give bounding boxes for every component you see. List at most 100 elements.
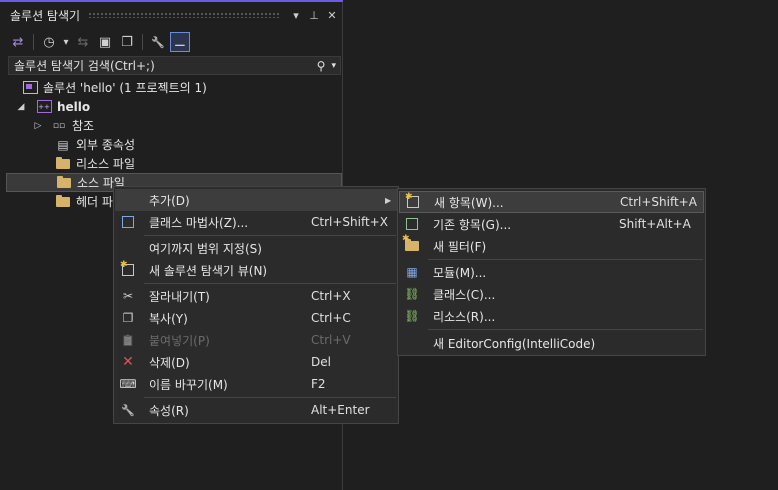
menu-item-shortcut: Shift+Alt+A bbox=[619, 217, 691, 231]
tree-item-external-deps[interactable]: ▤ 외부 종속성 bbox=[0, 135, 398, 154]
switch-views-icon[interactable]: ⇄ bbox=[8, 32, 28, 52]
search-icon[interactable]: ⚲ bbox=[317, 59, 326, 73]
menu-item-label: 속성(R) bbox=[149, 403, 189, 418]
submenu-arrow-icon: ▶ bbox=[385, 195, 392, 205]
menu-item-label: 추가(D) bbox=[149, 193, 190, 208]
menu-item-rename[interactable]: ⌨ 이름 바꾸기(M) F2 bbox=[115, 373, 397, 395]
external-dependencies-icon: ▤ bbox=[57, 137, 69, 152]
menu-item-class[interactable]: ⛓ 클래스(C)... bbox=[399, 283, 704, 305]
tree-item-resource-files[interactable]: 리소스 파일 bbox=[0, 154, 398, 173]
menu-item-label: 모듈(M)... bbox=[433, 265, 487, 280]
menu-item-shortcut: Alt+Enter bbox=[311, 403, 370, 417]
menu-item-delete[interactable]: ✕ 삭제(D) Del bbox=[115, 351, 397, 373]
menu-separator bbox=[144, 283, 396, 284]
menu-item-label: 리소스(R)... bbox=[433, 309, 496, 324]
menu-item-add[interactable]: 추가(D) ▶ bbox=[115, 189, 397, 211]
menu-item-resource[interactable]: ⛓ 리소스(R)... bbox=[399, 305, 704, 327]
menu-item-label: 새 솔루션 탐색기 뷰(N) bbox=[149, 263, 268, 278]
menu-item-label: 클래스 마법사(Z)... bbox=[149, 215, 249, 230]
menu-item-properties[interactable]: 🔧 속성(R) Alt+Enter bbox=[115, 399, 397, 421]
menu-item-editorconfig[interactable]: 새 EditorConfig(IntelliCode) bbox=[399, 332, 704, 354]
new-item-icon: ✱ bbox=[400, 192, 426, 208]
menu-separator bbox=[144, 397, 396, 398]
explorer-toolbar: ⇄ ◷ ▾ ⇆ ▣ ❐ 🔧 ⚊ bbox=[8, 30, 190, 54]
menu-item-class-wizard[interactable]: 클래스 마법사(Z)... Ctrl+Shift+X bbox=[115, 211, 397, 233]
wrench-icon: 🔧 bbox=[121, 403, 135, 417]
menu-item-label: 여기까지 범위 지정(S) bbox=[149, 241, 262, 256]
menu-item-label: 기존 항목(G)... bbox=[433, 217, 512, 232]
add-submenu: ✱ 새 항목(W)... Ctrl+Shift+A 기존 항목(G)... Sh… bbox=[397, 188, 706, 356]
delete-icon: ✕ bbox=[122, 354, 134, 370]
folder-icon bbox=[55, 194, 71, 209]
menu-separator bbox=[428, 329, 703, 330]
new-view-icon: ✱ bbox=[115, 260, 141, 276]
menu-item-shortcut: Ctrl+Shift+A bbox=[620, 195, 697, 209]
class-icon: ⛓ bbox=[404, 287, 420, 301]
copy-icon: ❐ bbox=[122, 311, 134, 325]
solution-icon bbox=[22, 81, 38, 95]
paste-icon: 📋 bbox=[121, 333, 135, 347]
expanded-arrow-icon[interactable]: ◢ bbox=[16, 102, 26, 112]
menu-item-label: 잘라내기(T) bbox=[149, 289, 210, 304]
collapse-all-icon[interactable]: ▣ bbox=[95, 32, 115, 52]
menu-item-label: 이름 바꾸기(M) bbox=[149, 377, 228, 392]
pushpin-icon[interactable]: ⊥ bbox=[307, 8, 321, 22]
menu-item-new-item[interactable]: ✱ 새 항목(W)... Ctrl+Shift+A bbox=[399, 191, 704, 213]
tree-item-solution[interactable]: 솔루션 'hello' (1 프로젝트의 1) bbox=[0, 78, 365, 97]
module-icon: ▦ bbox=[406, 265, 418, 279]
menu-item-paste[interactable]: 📋 붙여넣기(P) Ctrl+V bbox=[115, 329, 397, 351]
menu-separator bbox=[144, 235, 396, 236]
cut-icon: ✂ bbox=[122, 289, 134, 303]
menu-item-shortcut: F2 bbox=[311, 377, 326, 391]
menu-item-label: 삭제(D) bbox=[149, 355, 190, 370]
close-icon[interactable]: ✕ bbox=[325, 8, 339, 22]
history-icon[interactable]: ◷ bbox=[39, 32, 59, 52]
toolbar-separator bbox=[33, 34, 34, 50]
menu-item-label: 붙여넣기(P) bbox=[149, 333, 210, 348]
folder-icon bbox=[55, 156, 71, 171]
menu-item-shortcut: Del bbox=[311, 355, 331, 369]
context-menu: 추가(D) ▶ 클래스 마법사(Z)... Ctrl+Shift+X 여기까지 … bbox=[113, 186, 399, 424]
menu-item-new-explorer-view[interactable]: ✱ 새 솔루션 탐색기 뷰(N) bbox=[115, 259, 397, 281]
references-icon: ▫▫ bbox=[52, 120, 66, 131]
class-wizard-icon bbox=[115, 216, 141, 228]
search-box[interactable]: 솔루션 탐색기 검색(Ctrl+;) ⚲ ▾ bbox=[8, 56, 341, 75]
menu-item-module[interactable]: ▦ 모듈(M)... bbox=[399, 261, 704, 283]
existing-item-icon bbox=[399, 218, 425, 230]
chevron-down-icon[interactable]: ▾ bbox=[331, 61, 336, 71]
drag-grip[interactable] bbox=[88, 12, 281, 18]
menu-item-copy[interactable]: ❐ 복사(Y) Ctrl+C bbox=[115, 307, 397, 329]
sync-icon[interactable]: ⇆ bbox=[73, 32, 93, 52]
toolbar-separator bbox=[142, 34, 143, 50]
resource-icon: ⛓ bbox=[404, 309, 420, 323]
tree-item-references[interactable]: ▷ ▫▫ 참조 bbox=[0, 116, 376, 135]
window-position-icon[interactable]: ▾ bbox=[289, 8, 303, 22]
rename-icon: ⌨ bbox=[119, 377, 137, 391]
menu-item-scope-to-this[interactable]: 여기까지 범위 지정(S) bbox=[115, 237, 397, 259]
panel-title: 솔루션 탐색기 bbox=[10, 8, 81, 23]
menu-item-label: 복사(Y) bbox=[149, 311, 188, 326]
preview-selected-icon[interactable]: ⚊ bbox=[170, 32, 190, 52]
menu-item-shortcut: Ctrl+Shift+X bbox=[311, 215, 388, 229]
menu-item-label: 새 필터(F) bbox=[433, 239, 487, 254]
menu-separator bbox=[428, 259, 703, 260]
menu-item-label: 클래스(C)... bbox=[433, 287, 496, 302]
tree-item-project[interactable]: ◢ ++ hello bbox=[0, 97, 359, 116]
menu-item-shortcut: Ctrl+C bbox=[311, 311, 351, 325]
show-all-files-icon[interactable]: ❐ bbox=[117, 32, 137, 52]
menu-item-label: 새 항목(W)... bbox=[434, 195, 504, 210]
menu-item-shortcut: Ctrl+V bbox=[311, 333, 351, 347]
wrench-icon[interactable]: 🔧 bbox=[148, 32, 168, 52]
menu-item-existing-item[interactable]: 기존 항목(G)... Shift+Alt+A bbox=[399, 213, 704, 235]
menu-item-new-filter[interactable]: ✱ 새 필터(F) bbox=[399, 234, 704, 257]
tree-item-label: 외부 종속성 bbox=[76, 138, 136, 152]
menu-item-cut[interactable]: ✂ 잘라내기(T) Ctrl+X bbox=[115, 285, 397, 307]
chevron-down-icon[interactable]: ▾ bbox=[61, 32, 71, 52]
search-input[interactable]: 솔루션 탐색기 검색(Ctrl+;) bbox=[14, 57, 317, 74]
folder-icon bbox=[56, 175, 72, 190]
tree-item-label: 솔루션 'hello' (1 프로젝트의 1) bbox=[43, 81, 207, 95]
menu-item-label: 새 EditorConfig(IntelliCode) bbox=[433, 336, 596, 351]
tree-item-label: 리소스 파일 bbox=[76, 157, 136, 171]
collapsed-arrow-icon[interactable]: ▷ bbox=[33, 121, 43, 131]
tree-item-label: hello bbox=[57, 99, 91, 114]
